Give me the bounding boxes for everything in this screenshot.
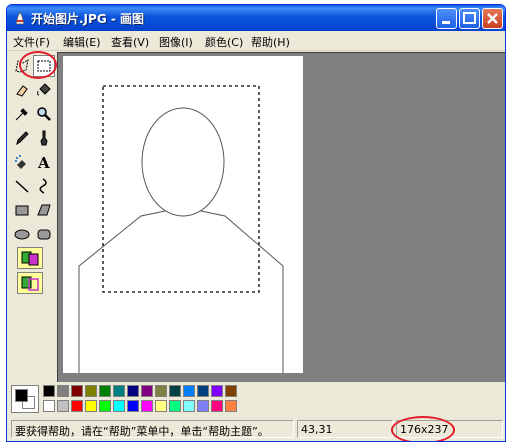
color-swatch[interactable] (225, 385, 237, 397)
color-swatch[interactable] (141, 400, 153, 412)
ellipse-icon[interactable] (11, 223, 33, 245)
paint-window: 开始图片.JPG - 画图 文件(F) 编辑(E) 查看(V) 图像(I) 颜色… (6, 4, 506, 442)
line-icon[interactable] (11, 175, 33, 197)
color-swatch[interactable] (211, 400, 223, 412)
maximize-icon (463, 12, 476, 24)
curve-icon[interactable] (33, 175, 55, 197)
color-swatch[interactable] (43, 400, 55, 412)
pencil-icon[interactable] (11, 127, 33, 149)
color-swatch[interactable] (211, 385, 223, 397)
maximize-button[interactable] (459, 8, 480, 29)
transparent-mode-icon[interactable] (17, 272, 43, 294)
color-swatch[interactable] (57, 385, 69, 397)
color-swatch[interactable] (85, 400, 97, 412)
color-swatch[interactable] (141, 385, 153, 397)
color-swatch[interactable] (155, 400, 167, 412)
color-swatch[interactable] (71, 385, 83, 397)
eraser-icon[interactable] (11, 79, 33, 101)
menu-colors[interactable]: 颜色(C) (205, 34, 243, 50)
color-swatch[interactable] (155, 385, 167, 397)
drawing-canvas[interactable] (63, 56, 303, 373)
menu-file[interactable]: 文件(F) (13, 34, 50, 50)
window-title: 开始图片.JPG - 画图 (31, 12, 145, 26)
color-swatch[interactable] (127, 400, 139, 412)
close-icon (487, 13, 498, 24)
brush-icon[interactable] (33, 127, 55, 149)
highlight-circle-select-tool (19, 51, 57, 79)
minimize-icon (442, 21, 450, 24)
color-swatch[interactable] (99, 400, 111, 412)
current-colors[interactable] (11, 385, 39, 413)
status-help-text: 要获得帮助，请在“帮助”菜单中，单击“帮助主题”。 (11, 420, 294, 438)
portrait-outline-drawing (78, 85, 284, 373)
text-icon[interactable]: A (33, 151, 55, 173)
color-swatch[interactable] (169, 385, 181, 397)
fill-icon[interactable] (33, 79, 55, 101)
rectangle-icon[interactable] (11, 199, 33, 221)
magnifier-icon[interactable] (33, 103, 55, 125)
svg-text:A: A (37, 154, 50, 171)
color-picker-icon[interactable] (11, 103, 33, 125)
status-cursor-position: 43,31 (297, 420, 393, 438)
status-bar: 要获得帮助，请在“帮助”菜单中，单击“帮助主题”。 43,31 176x237 (7, 416, 505, 441)
toolbox: A (7, 51, 57, 382)
color-swatch[interactable] (197, 385, 209, 397)
color-swatch[interactable] (85, 385, 97, 397)
color-swatch[interactable] (183, 400, 195, 412)
color-palette (7, 382, 505, 416)
color-swatch[interactable] (99, 385, 111, 397)
title-bar[interactable]: 开始图片.JPG - 画图 (7, 5, 505, 31)
color-swatch[interactable] (127, 385, 139, 397)
menu-help[interactable]: 帮助(H) (251, 34, 290, 50)
menu-bar: 文件(F) 编辑(E) 查看(V) 图像(I) 颜色(C) 帮助(H) (7, 31, 505, 51)
color-swatch[interactable] (57, 400, 69, 412)
color-swatch[interactable] (113, 385, 125, 397)
opaque-mode-icon[interactable] (17, 247, 43, 269)
color-swatch[interactable] (43, 385, 55, 397)
minimize-button[interactable] (436, 8, 457, 29)
color-swatch[interactable] (225, 400, 237, 412)
color-swatch[interactable] (183, 385, 195, 397)
menu-image[interactable]: 图像(I) (159, 34, 193, 50)
menu-view[interactable]: 查看(V) (111, 34, 149, 50)
paint-app-icon (15, 11, 25, 25)
rounded-rect-icon[interactable] (33, 223, 55, 245)
color-swatch[interactable] (197, 400, 209, 412)
drawing-workspace (57, 52, 505, 382)
close-button[interactable] (482, 8, 503, 29)
color-swatch[interactable] (71, 400, 83, 412)
selection-marquee (102, 85, 260, 293)
color-swatch[interactable] (113, 400, 125, 412)
airbrush-icon[interactable] (11, 151, 33, 173)
foreground-color-swatch (15, 389, 28, 402)
menu-edit[interactable]: 编辑(E) (63, 34, 101, 50)
color-swatch[interactable] (169, 400, 181, 412)
highlight-circle-selection-size (391, 416, 455, 441)
polygon-icon[interactable] (33, 199, 55, 221)
